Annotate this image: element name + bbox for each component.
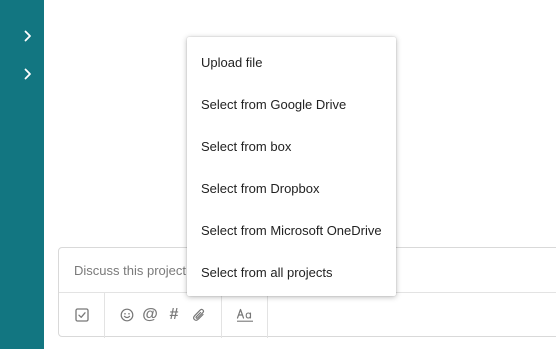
text-format-button[interactable] xyxy=(235,306,255,324)
chevron-right-icon xyxy=(24,30,31,42)
sidebar xyxy=(0,0,44,349)
emoji-button[interactable] xyxy=(118,306,136,324)
menu-item-dropbox[interactable]: Select from Dropbox xyxy=(187,167,396,209)
composer-toolbar: @ # xyxy=(59,292,556,339)
menu-item-all-projects[interactable]: Select from all projects xyxy=(187,251,396,293)
comment-input[interactable]: Discuss this project xyxy=(74,263,186,278)
toolbar-divider xyxy=(104,293,105,338)
hashtag-button[interactable]: # xyxy=(165,306,183,324)
chevron-right-icon xyxy=(24,68,31,80)
attachment-icon xyxy=(193,308,205,321)
checkbox-icon xyxy=(75,308,89,322)
sidebar-expand-button-1[interactable] xyxy=(20,28,36,44)
mention-button[interactable]: @ xyxy=(141,306,159,324)
sidebar-expand-button-2[interactable] xyxy=(20,66,36,82)
mention-icon: @ xyxy=(142,306,158,323)
hashtag-icon: # xyxy=(169,306,179,323)
toolbar-divider xyxy=(267,293,268,338)
menu-item-google-drive[interactable]: Select from Google Drive xyxy=(187,83,396,125)
menu-item-onedrive[interactable]: Select from Microsoft OneDrive xyxy=(187,209,396,251)
toolbar-divider xyxy=(221,293,222,338)
menu-item-box[interactable]: Select from box xyxy=(187,125,396,167)
attach-file-menu: Upload file Select from Google Drive Sel… xyxy=(187,37,396,296)
task-checkbox-button[interactable] xyxy=(73,306,91,324)
emoji-icon xyxy=(120,308,134,322)
text-format-icon xyxy=(236,308,253,322)
menu-item-upload-file[interactable]: Upload file xyxy=(187,41,396,83)
attach-file-button[interactable] xyxy=(190,306,208,324)
